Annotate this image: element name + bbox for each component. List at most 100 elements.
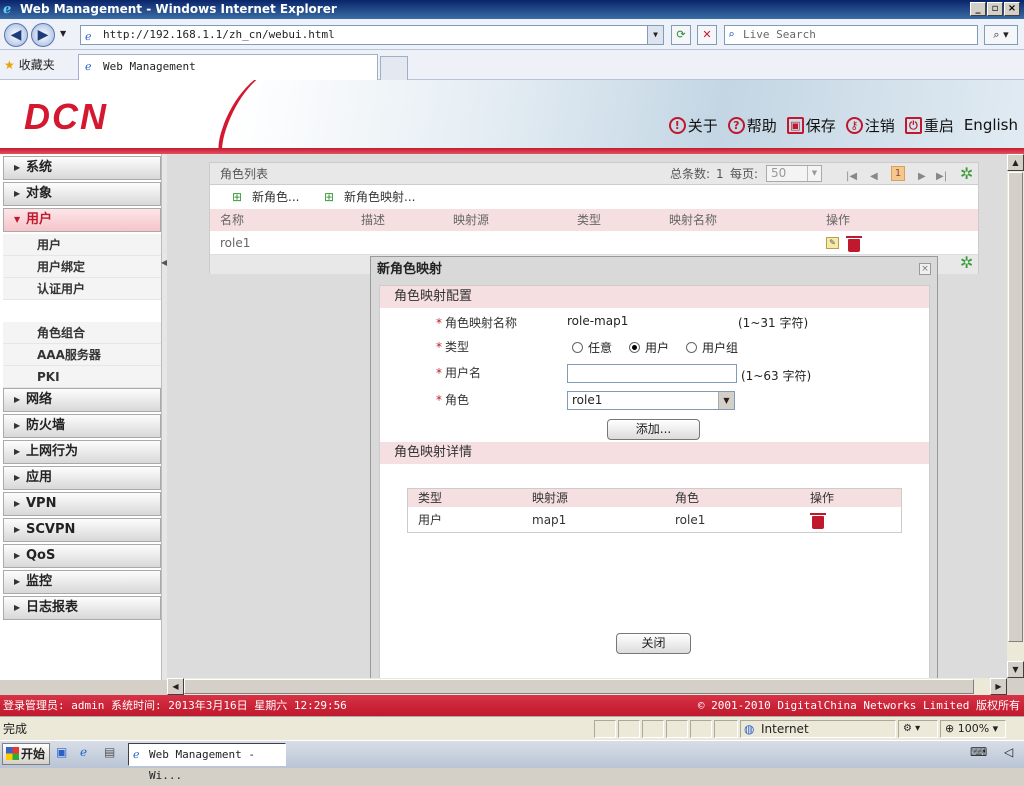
type-radio-group[interactable]: 用户组 [686,339,738,356]
dialog-close-icon[interactable]: × [919,263,931,275]
ie-quicklaunch-icon[interactable]: ℯ [80,745,87,759]
address-dropdown-icon[interactable]: ▼ [647,26,663,44]
current-page[interactable]: 1 [891,166,905,181]
scroll-left-icon[interactable]: ◀ [167,678,184,695]
explorer-icon[interactable]: ▤ [104,745,115,759]
edit-icon[interactable]: ✎ [826,237,839,249]
delete-icon[interactable] [810,513,826,529]
sidebar-item-9[interactable]: PKI [3,366,161,388]
detail-col-actions: 操作 [810,491,835,505]
username-input[interactable] [567,364,737,383]
close-button[interactable]: 关闭 [616,633,691,654]
sidebar-item-5[interactable]: 认证用户 [3,278,161,300]
start-button[interactable]: 开始 [2,743,50,765]
refresh-grid-icon[interactable]: ✲ [960,163,973,185]
sidebar-menu-14[interactable]: ▶ VPN [3,492,161,516]
section-detail-title: 角色映射详情 [380,442,929,464]
total-count: 1 [716,167,724,181]
sidebar-item-3[interactable]: 用户 [3,234,161,256]
save-icon: ▣ [786,116,804,134]
zoom-icon: ⊕ [945,722,955,735]
add-icon: ⊞ [324,190,335,204]
stop-icon[interactable]: ✕ [697,25,717,45]
header-link-3[interactable]: ⚷ 注销 [845,115,895,136]
header-link-1[interactable]: ? 帮助 [727,115,777,136]
sidebar-menu-0[interactable]: ▶ 系统 [3,156,161,180]
window-title-bar: ℯ Web Management - Windows Internet Expl… [0,0,1024,19]
header-link-4[interactable]: ⏻ 重启 [904,115,954,136]
maximize-button[interactable]: ▫ [987,2,1003,16]
favorites-button[interactable]: ★ 收藏夹 [4,56,55,74]
sidebar-item-4[interactable]: 用户绑定 [3,256,161,278]
chevron-right-icon: ▶ [14,499,21,508]
minimize-button[interactable]: _ [970,2,986,16]
sidebar-menu-12[interactable]: ▶ 上网行为 [3,440,161,464]
per-page-select[interactable]: 50 ▼ [766,165,822,182]
tab-web-management[interactable]: ℯ Web Management [78,54,378,80]
protected-mode-icon[interactable]: ⚙ ▾ [898,720,938,738]
back-button[interactable]: ◀ [4,23,28,47]
username-label: * 用户名 [436,366,482,380]
scroll-down-icon[interactable]: ▼ [1007,661,1024,678]
sidebar-item-8[interactable]: AAA服务器 [3,344,161,366]
sidebar-menu-13[interactable]: ▶ 应用 [3,466,161,490]
taskbar: 开始 ▣ ℯ ▤ ℯ Web Management - Wi... ⌨ ◁ [0,740,1024,782]
new-tab-button[interactable] [380,56,408,80]
detail-role: role1 [675,513,706,527]
header-link-5[interactable]: English [964,116,1018,134]
scroll-up-icon[interactable]: ▲ [1007,154,1024,171]
sidebar-menu-15[interactable]: ▶ SCVPN [3,518,161,542]
type-radio-any[interactable]: 任意 [572,339,612,356]
sidebar-menu-10[interactable]: ▶ 网络 [3,388,161,412]
help-icon: ? [727,116,745,134]
sidebar-menu-2[interactable]: ▼ 用户 [3,208,161,232]
role-select[interactable]: role1 ▼ [567,391,735,410]
sidebar-menu-17[interactable]: ▶ 监控 [3,570,161,594]
taskbar-item-ie[interactable]: ℯ Web Management - Wi... [128,743,286,782]
radio-group[interactable] [686,342,697,353]
search-go-button[interactable]: ⌕ ▾ [984,25,1018,45]
chevron-right-icon: ▶ [14,525,21,534]
window-title: Web Management - Windows Internet Explor… [20,2,337,16]
refresh-icon[interactable]: ⟳ [671,25,691,45]
zoom-control[interactable]: ⊕ 100% ▾ [940,720,1006,738]
radio-user[interactable] [629,342,640,353]
globe-icon: ◍ [744,722,755,736]
radio-any[interactable] [572,342,583,353]
volume-icon[interactable]: ◁ [1004,745,1013,759]
sidebar: ▶系统▶对象▼用户用户用户绑定认证用户角色角色组合AAA服务器PKI▶网络▶防火… [0,154,355,680]
refresh-grid-icon[interactable]: ✲ [960,253,973,272]
add-icon: ⊞ [232,190,243,204]
sidebar-menu-16[interactable]: ▶ QoS [3,544,161,568]
windows-logo-icon [6,747,19,760]
horizontal-scrollbar[interactable]: ◀ ▶ [167,678,1007,695]
chevron-right-icon: ▶ [14,395,21,404]
detail-type: 用户 [418,513,443,527]
sidebar-item-7[interactable]: 角色组合 [3,322,161,344]
forward-button[interactable]: ▶ [31,23,55,47]
scroll-right-icon[interactable]: ▶ [990,678,1007,695]
scroll-thumb[interactable] [1008,172,1023,642]
header-link-0[interactable]: ! 关于 [668,115,718,136]
table-row[interactable]: role1 ✎ [210,231,978,255]
col-name: 名称 [220,213,245,227]
new-role-button[interactable]: 新角色... [252,185,299,209]
page-icon: ℯ [85,30,92,43]
add-button[interactable]: 添加... [607,419,700,440]
keyboard-icon[interactable]: ⌨ [970,745,987,759]
scroll-thumb[interactable] [184,679,974,694]
sidebar-menu-18[interactable]: ▶ 日志报表 [3,596,161,620]
vertical-scrollbar[interactable]: ▲ ▼ [1007,154,1024,678]
desktop-icon[interactable]: ▣ [56,745,67,759]
new-role-mapping-button[interactable]: 新角色映射... [344,185,415,209]
sidebar-menu-11[interactable]: ▶ 防火墙 [3,414,161,438]
search-input[interactable]: ⌕ Live Search [724,25,978,45]
sidebar-menu-1[interactable]: ▶ 对象 [3,182,161,206]
history-dropdown-icon[interactable]: ▼ [60,29,66,38]
delete-icon[interactable] [846,236,862,252]
header-link-2[interactable]: ▣ 保存 [786,115,836,136]
address-text: http://192.168.1.1/zh_cn/webui.html [103,28,335,41]
close-window-button[interactable]: × [1004,2,1020,16]
type-radio-user[interactable]: 用户 [629,339,669,356]
address-bar[interactable]: ℯ http://192.168.1.1/zh_cn/webui.html ▼ [80,25,664,45]
